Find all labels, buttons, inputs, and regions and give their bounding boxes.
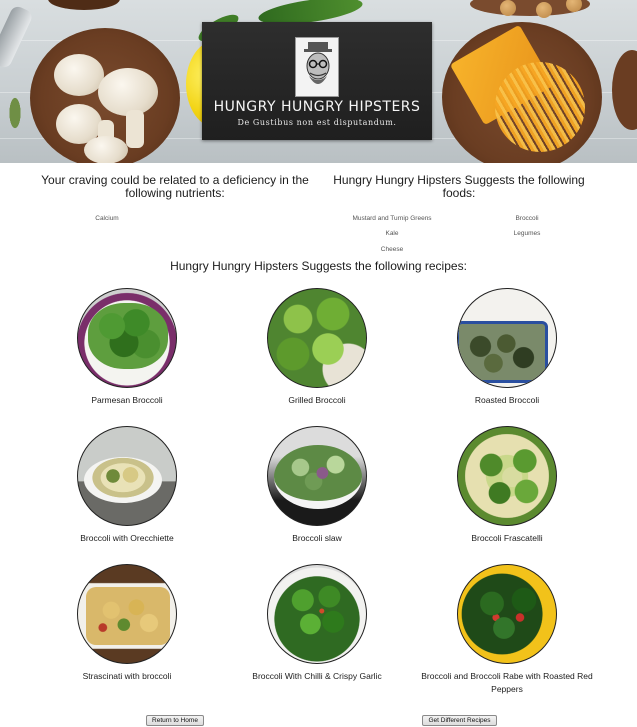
broccoli-rabe-photo[interactable] xyxy=(457,564,557,664)
broccoli-photo[interactable] xyxy=(457,426,557,526)
logo-title: HUNGRY HUNGRY HIPSTERS xyxy=(213,99,421,115)
site-logo[interactable]: HUNGRY HUNGRY HIPSTERS De Gustibus non e… xyxy=(202,22,432,140)
recipe-name[interactable]: Broccoli and Broccoli Rabe with Roasted … xyxy=(412,670,602,696)
recipes-heading: Hungry Hungry Hipsters Suggests the foll… xyxy=(170,259,467,273)
herb-decoration xyxy=(2,78,28,148)
nutrient-item: Calcium xyxy=(95,215,119,222)
recipe-name[interactable]: Broccoli with Orecchiette xyxy=(32,532,222,545)
hero-banner: HUNGRY HUNGRY HIPSTERS De Gustibus non e… xyxy=(0,0,637,163)
return-home-button[interactable]: Return to Home xyxy=(146,715,204,726)
recipe-name[interactable]: Broccoli Frascatelli xyxy=(412,532,602,545)
food-item: Broccoli xyxy=(515,215,539,222)
food-item: Cheese xyxy=(380,246,404,253)
foods-heading: Hungry Hungry Hipsters Suggests the foll… xyxy=(333,173,585,200)
slaw-photo[interactable] xyxy=(267,426,367,526)
broccoli-photo[interactable] xyxy=(457,288,557,388)
recipe-name[interactable]: Broccoli slaw xyxy=(222,532,412,545)
broccoli-photo[interactable] xyxy=(267,564,367,664)
broccoli-photo[interactable] xyxy=(77,288,177,388)
nutrients-heading: Your craving could be related to a defic… xyxy=(41,173,309,200)
hipster-face-icon xyxy=(295,37,339,97)
recipe-name[interactable]: Parmesan Broccoli xyxy=(32,394,222,407)
food-item: Kale xyxy=(385,230,399,237)
knife-decoration xyxy=(0,4,35,70)
recipe-name[interactable]: Grilled Broccoli xyxy=(222,394,412,407)
mushroom-bowl xyxy=(30,28,180,163)
pasta-photo[interactable] xyxy=(77,564,177,664)
recipe-name[interactable]: Roasted Broccoli xyxy=(412,394,602,407)
pasta-photo[interactable] xyxy=(77,426,177,526)
recipe-name[interactable]: Strascinati with broccoli xyxy=(32,670,222,683)
food-item: Mustard and Turnip Greens xyxy=(352,215,432,222)
logo-tagline: De Gustibus non est disputandum. xyxy=(237,118,397,127)
get-different-recipes-button[interactable]: Get Different Recipes xyxy=(422,715,497,726)
recipe-name[interactable]: Broccoli With Chilli & Crispy Garlic xyxy=(222,670,412,683)
food-item: Legumes xyxy=(513,230,541,237)
bowl-decoration xyxy=(48,0,120,10)
broccoli-photo[interactable] xyxy=(267,288,367,388)
